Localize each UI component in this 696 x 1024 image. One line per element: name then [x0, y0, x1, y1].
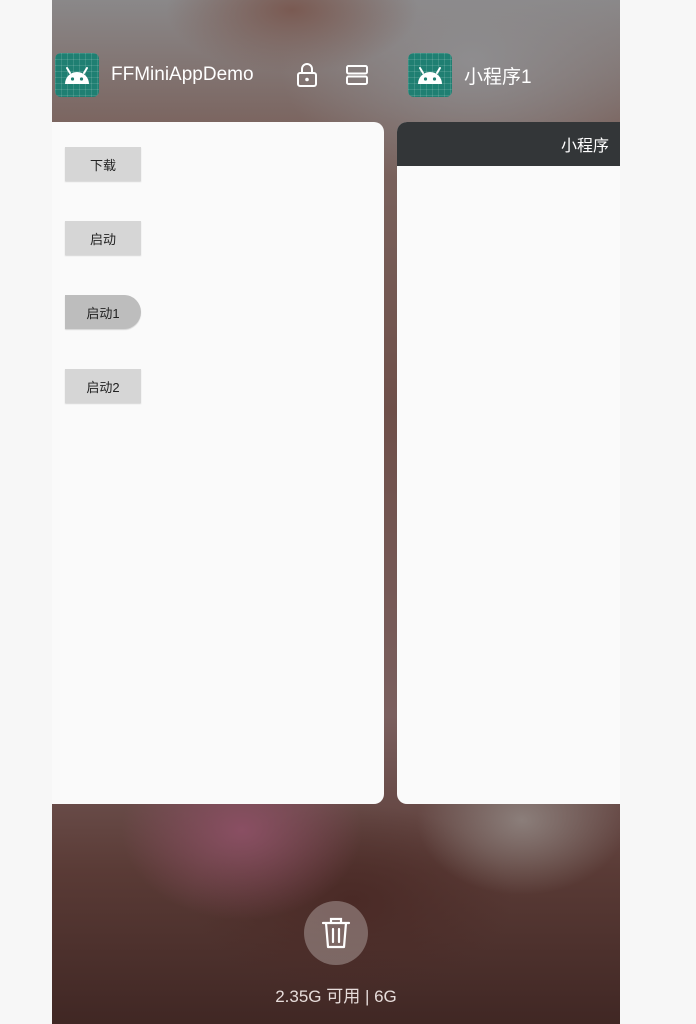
app-card-miniprogram[interactable]: 小程序 [397, 122, 620, 804]
download-button[interactable]: 下载 [65, 147, 141, 181]
trash-icon [321, 917, 351, 949]
launch1-button[interactable]: 启动1 [65, 295, 141, 329]
android-icon [55, 53, 99, 97]
recent-apps-screen: FFMiniAppDemo 小程序1 下载 启动 启动1 启动2 小程序 2.3… [52, 0, 620, 1024]
toolbar-title: 小程序 [560, 138, 609, 155]
app-header-miniprogram[interactable]: 小程序1 [408, 52, 532, 98]
app-header-ffminiappdemo[interactable]: FFMiniAppDemo [55, 52, 254, 98]
app-title: FFMiniAppDemo [111, 64, 254, 85]
split-screen-icon[interactable] [345, 62, 369, 88]
miniprogram-toolbar: 小程序 [397, 122, 620, 166]
launch-button[interactable]: 启动 [65, 221, 141, 255]
app-title: 小程序1 [464, 66, 532, 88]
app-card-ffminiappdemo[interactable]: 下载 启动 启动1 启动2 [52, 122, 384, 804]
clear-all-button[interactable] [304, 901, 368, 965]
memory-status: 2.35G 可用 | 6G [275, 987, 397, 1006]
android-icon [408, 53, 452, 97]
lock-icon[interactable] [295, 62, 319, 88]
launch2-button[interactable]: 启动2 [65, 369, 141, 403]
